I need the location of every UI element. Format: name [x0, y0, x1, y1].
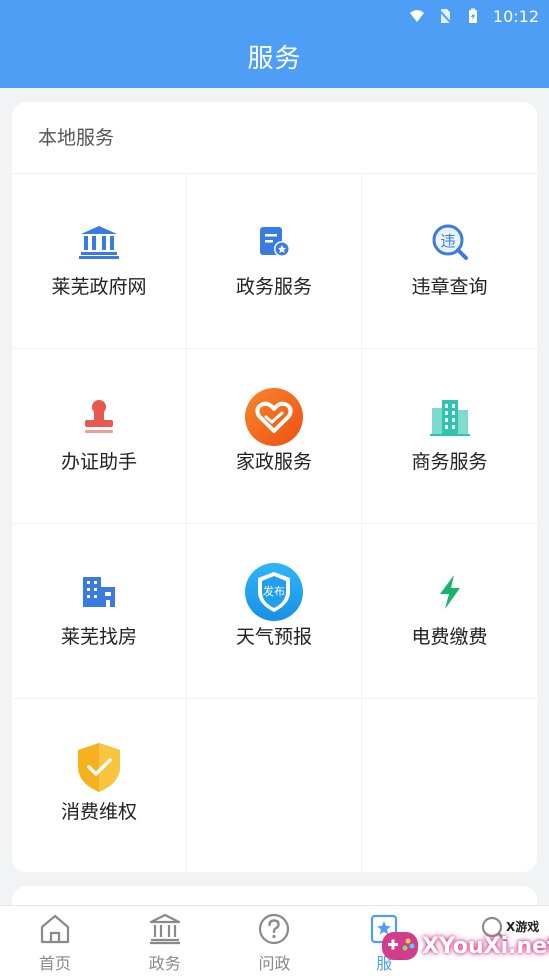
- tab-inquiry[interactable]: 问政: [220, 906, 330, 976]
- svg-text:违: 违: [440, 232, 455, 250]
- shield-check-icon: [78, 743, 120, 792]
- heart-hands-icon: [245, 388, 303, 446]
- service-label: 商务服务: [411, 451, 488, 473]
- empty-cell: [362, 699, 537, 872]
- tab-home[interactable]: 首页: [0, 906, 110, 976]
- status-time: 10:12: [492, 6, 539, 26]
- service-violation-query[interactable]: 违 违章查询: [362, 174, 537, 349]
- watermark: XYouXi.net X游戏: [378, 916, 549, 972]
- service-label: 电费缴费: [411, 626, 488, 648]
- service-label: 消费维权: [60, 801, 137, 823]
- page-title: 服务: [247, 44, 302, 74]
- question-icon: [259, 913, 290, 945]
- tab-label: 政务: [148, 954, 181, 973]
- service-weather[interactable]: 发布 天气预报: [187, 524, 362, 699]
- government-icon: [149, 913, 180, 945]
- watermark-text: XYouXi.net: [422, 934, 549, 959]
- svg-text:发布: 发布: [263, 584, 285, 598]
- empty-cell: [187, 699, 362, 872]
- lightning-icon: [439, 575, 460, 609]
- office-buildings-icon: [429, 400, 470, 436]
- app-header: 10:12 服务: [0, 0, 549, 88]
- service-find-house[interactable]: 莱芜找房: [12, 524, 187, 699]
- service-consumer-rights[interactable]: 消费维权: [12, 699, 187, 872]
- shield-publish-icon: 发布: [245, 563, 303, 621]
- government-building-icon: [79, 226, 119, 259]
- stamp-icon: [85, 400, 113, 433]
- service-government-affairs[interactable]: 政务服务: [187, 174, 362, 349]
- status-bar: 10:12: [409, 4, 539, 28]
- service-laiwu-gov[interactable]: 莱芜政府网: [12, 174, 187, 349]
- local-services-card: 本地服务 莱芜政府网 政务服务 违 违章查询 办证助手 家政服务 商务服务 莱芜…: [12, 102, 537, 872]
- service-license-assistant[interactable]: 办证助手: [12, 349, 187, 524]
- house-buildings-icon: [83, 577, 115, 607]
- tab-label: 首页: [38, 954, 71, 973]
- gamepad-logo-icon: [382, 932, 418, 960]
- violation-search-icon: 违: [432, 224, 468, 260]
- watermark-small-text: X游戏: [506, 920, 540, 934]
- service-label: 违章查询: [411, 276, 488, 298]
- tab-government[interactable]: 政务: [110, 906, 220, 976]
- service-electricity-payment[interactable]: 电费缴费: [362, 524, 537, 699]
- wifi-icon: [409, 10, 424, 22]
- service-label: 政务服务: [235, 276, 312, 298]
- battery-charging-icon: [468, 8, 477, 23]
- service-label: 莱芜找房: [60, 626, 137, 648]
- service-housekeeping[interactable]: 家政服务: [187, 349, 362, 524]
- service-label: 天气预报: [235, 626, 312, 648]
- service-label: 办证助手: [60, 451, 137, 473]
- document-badge-icon: [260, 227, 290, 257]
- service-business[interactable]: 商务服务: [362, 349, 537, 524]
- section-title: 本地服务: [12, 102, 537, 174]
- no-sim-icon: [438, 9, 452, 24]
- services-grid: 莱芜政府网 政务服务 违 违章查询 办证助手 家政服务 商务服务 莱芜找房 发布…: [12, 174, 537, 872]
- service-label: 家政服务: [235, 451, 312, 473]
- home-icon: [40, 914, 69, 944]
- service-label: 莱芜政府网: [51, 276, 147, 298]
- tab-label: 问政: [258, 954, 291, 973]
